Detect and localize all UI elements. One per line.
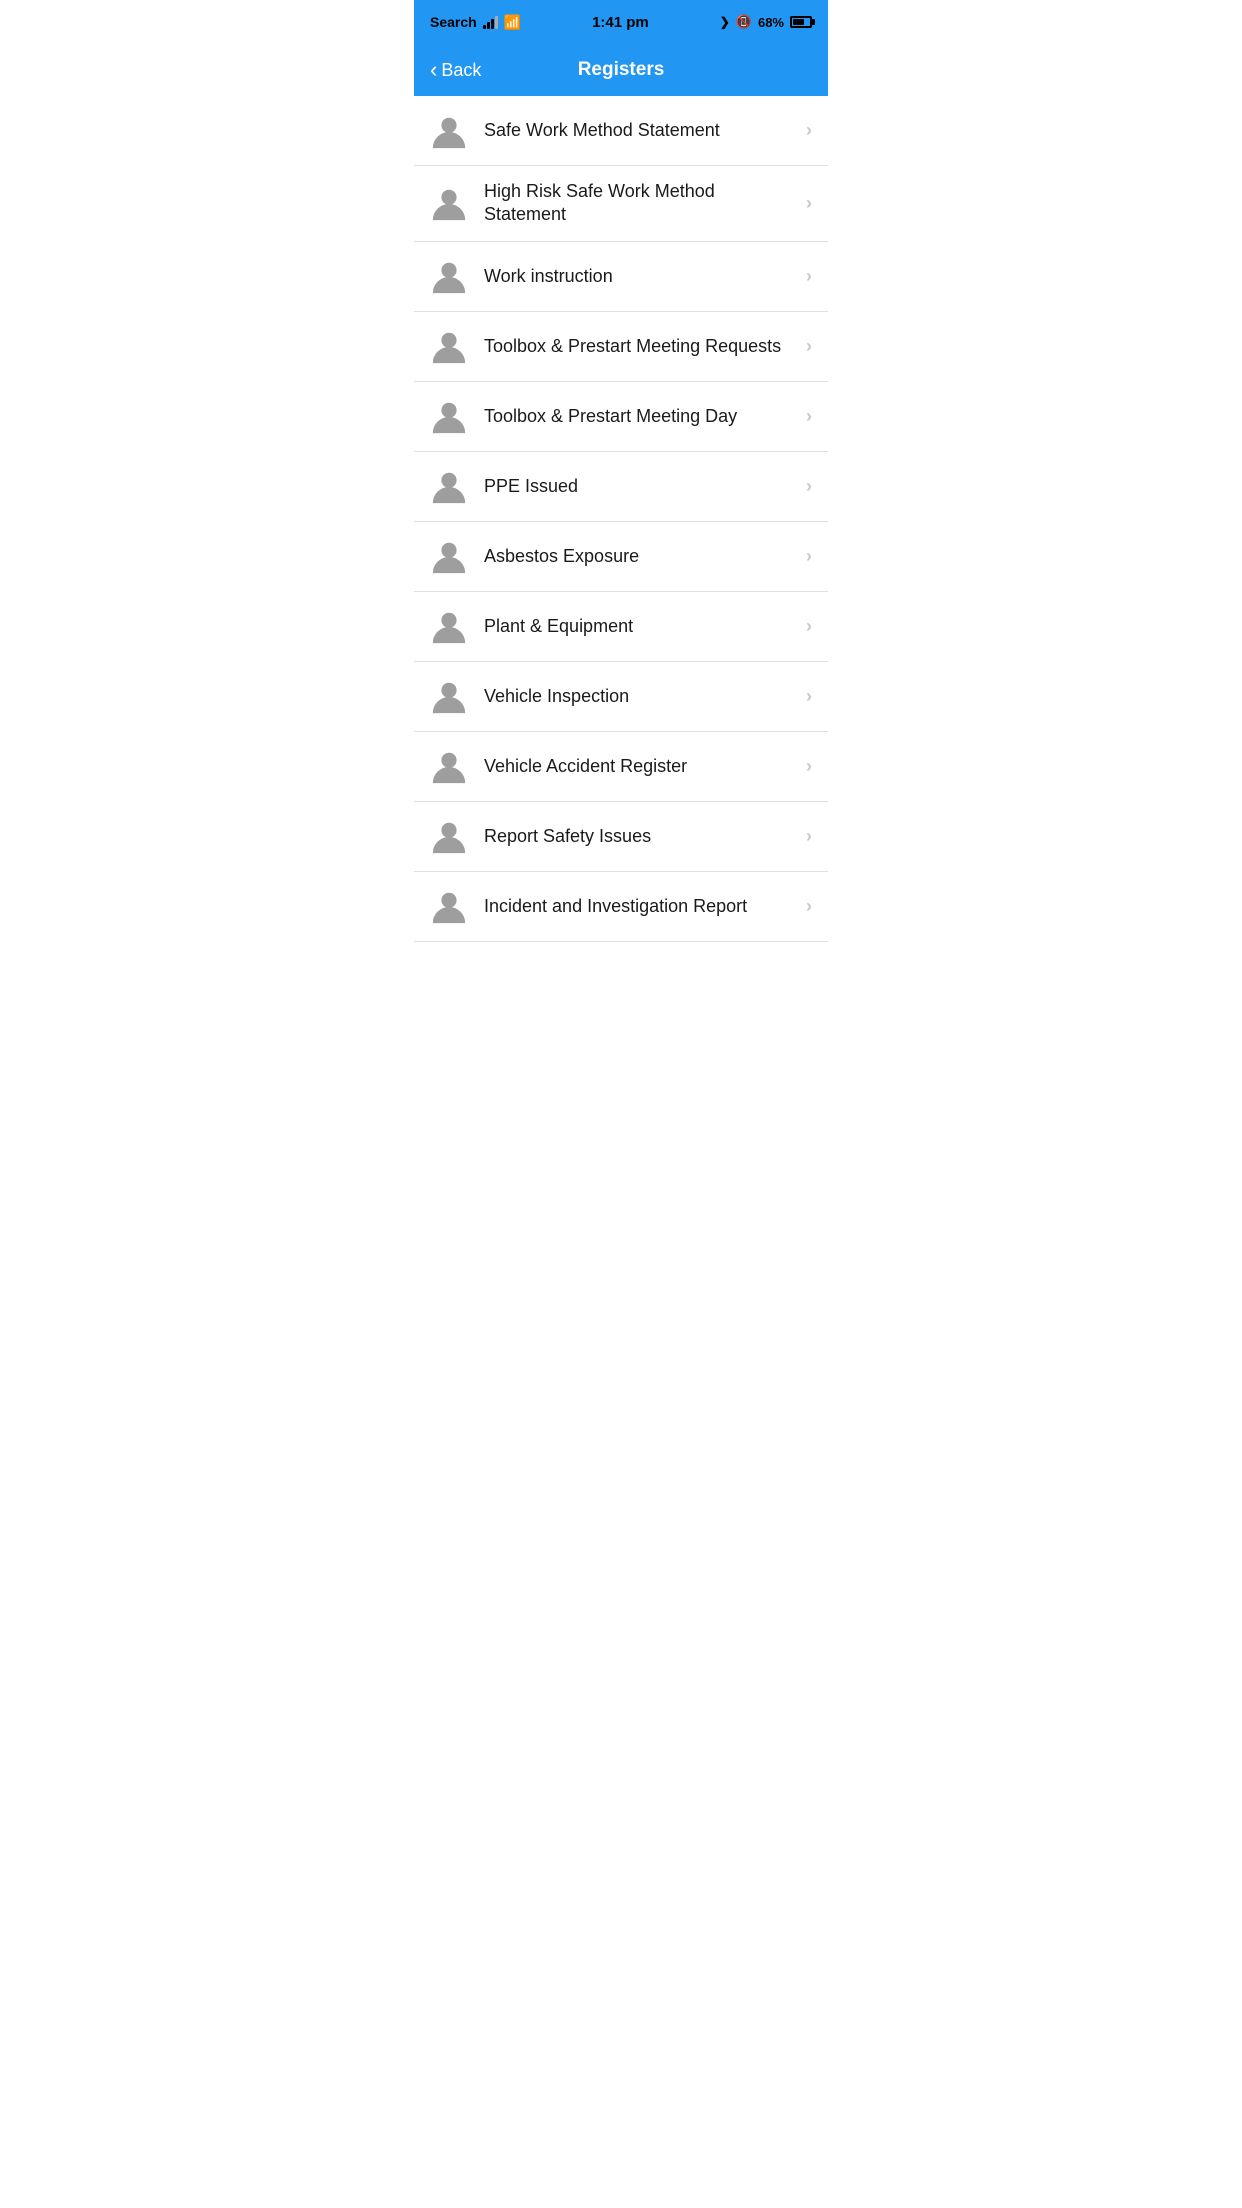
person-icon bbox=[430, 112, 468, 150]
chevron-right-icon: › bbox=[806, 336, 812, 357]
chevron-right-icon: › bbox=[806, 756, 812, 777]
signal-icon bbox=[483, 15, 498, 29]
person-icon bbox=[430, 327, 468, 365]
location-icon: ❯ bbox=[720, 15, 730, 29]
chevron-right-icon: › bbox=[806, 120, 812, 141]
chevron-right-icon: › bbox=[806, 476, 812, 497]
list-item-label: Vehicle Inspection bbox=[484, 685, 798, 708]
person-icon bbox=[430, 257, 468, 295]
list-item[interactable]: Vehicle Inspection › bbox=[414, 662, 828, 732]
back-label: Back bbox=[441, 60, 481, 81]
list-item-label: Work instruction bbox=[484, 265, 798, 288]
status-carrier: Search 📶 bbox=[430, 14, 521, 31]
wifi-icon: 📶 bbox=[504, 14, 521, 31]
list-item[interactable]: Work instruction › bbox=[414, 242, 828, 312]
list-item-label: Toolbox & Prestart Meeting Requests bbox=[484, 335, 798, 358]
list-item[interactable]: Toolbox & Prestart Meeting Requests › bbox=[414, 312, 828, 382]
list-item-label: High Risk Safe Work Method Statement bbox=[484, 180, 798, 227]
chevron-right-icon: › bbox=[806, 616, 812, 637]
list-item[interactable]: Toolbox & Prestart Meeting Day › bbox=[414, 382, 828, 452]
person-icon bbox=[430, 607, 468, 645]
person-icon bbox=[430, 537, 468, 575]
list-item[interactable]: Plant & Equipment › bbox=[414, 592, 828, 662]
list-item-label: Asbestos Exposure bbox=[484, 545, 798, 568]
list-item-label: Plant & Equipment bbox=[484, 615, 798, 638]
list-item[interactable]: Report Safety Issues › bbox=[414, 802, 828, 872]
chevron-right-icon: › bbox=[806, 406, 812, 427]
chevron-right-icon: › bbox=[806, 266, 812, 287]
back-button[interactable]: ‹ Back bbox=[430, 59, 481, 81]
battery-icon bbox=[790, 16, 812, 28]
list-item[interactable]: Safe Work Method Statement › bbox=[414, 96, 828, 166]
nav-bar: ‹ Back Registers bbox=[414, 44, 828, 96]
list-item-label: Toolbox & Prestart Meeting Day bbox=[484, 405, 798, 428]
list-item-label: Incident and Investigation Report bbox=[484, 895, 798, 918]
chevron-right-icon: › bbox=[806, 686, 812, 707]
list-item-label: Safe Work Method Statement bbox=[484, 119, 798, 142]
status-time: 1:41 pm bbox=[592, 14, 649, 31]
page-title: Registers bbox=[578, 59, 665, 81]
person-icon bbox=[430, 397, 468, 435]
list-item[interactable]: High Risk Safe Work Method Statement › bbox=[414, 166, 828, 242]
person-icon bbox=[430, 817, 468, 855]
list-item[interactable]: Asbestos Exposure › bbox=[414, 522, 828, 592]
person-icon bbox=[430, 747, 468, 785]
chevron-right-icon: › bbox=[806, 826, 812, 847]
list-item-label: PPE Issued bbox=[484, 475, 798, 498]
battery-fill bbox=[793, 19, 804, 25]
status-bar: Search 📶 1:41 pm ❯ 📵 68% bbox=[414, 0, 828, 44]
list-item-label: Vehicle Accident Register bbox=[484, 755, 798, 778]
list-item[interactable]: Vehicle Accident Register › bbox=[414, 732, 828, 802]
list-item[interactable]: PPE Issued › bbox=[414, 452, 828, 522]
list-item-label: Report Safety Issues bbox=[484, 825, 798, 848]
person-icon bbox=[430, 467, 468, 505]
chevron-right-icon: › bbox=[806, 896, 812, 917]
back-chevron-icon: ‹ bbox=[430, 59, 437, 81]
status-battery: ❯ 📵 68% bbox=[720, 14, 812, 30]
person-icon bbox=[430, 677, 468, 715]
registers-list: Safe Work Method Statement › High Risk S… bbox=[414, 96, 828, 942]
battery-percent: 68% bbox=[758, 15, 784, 30]
person-icon bbox=[430, 184, 468, 222]
chevron-right-icon: › bbox=[806, 193, 812, 214]
chevron-right-icon: › bbox=[806, 546, 812, 567]
list-item[interactable]: Incident and Investigation Report › bbox=[414, 872, 828, 942]
carrier-label: Search bbox=[430, 14, 477, 30]
person-icon bbox=[430, 887, 468, 925]
bluetooth-icon: 📵 bbox=[736, 14, 752, 30]
